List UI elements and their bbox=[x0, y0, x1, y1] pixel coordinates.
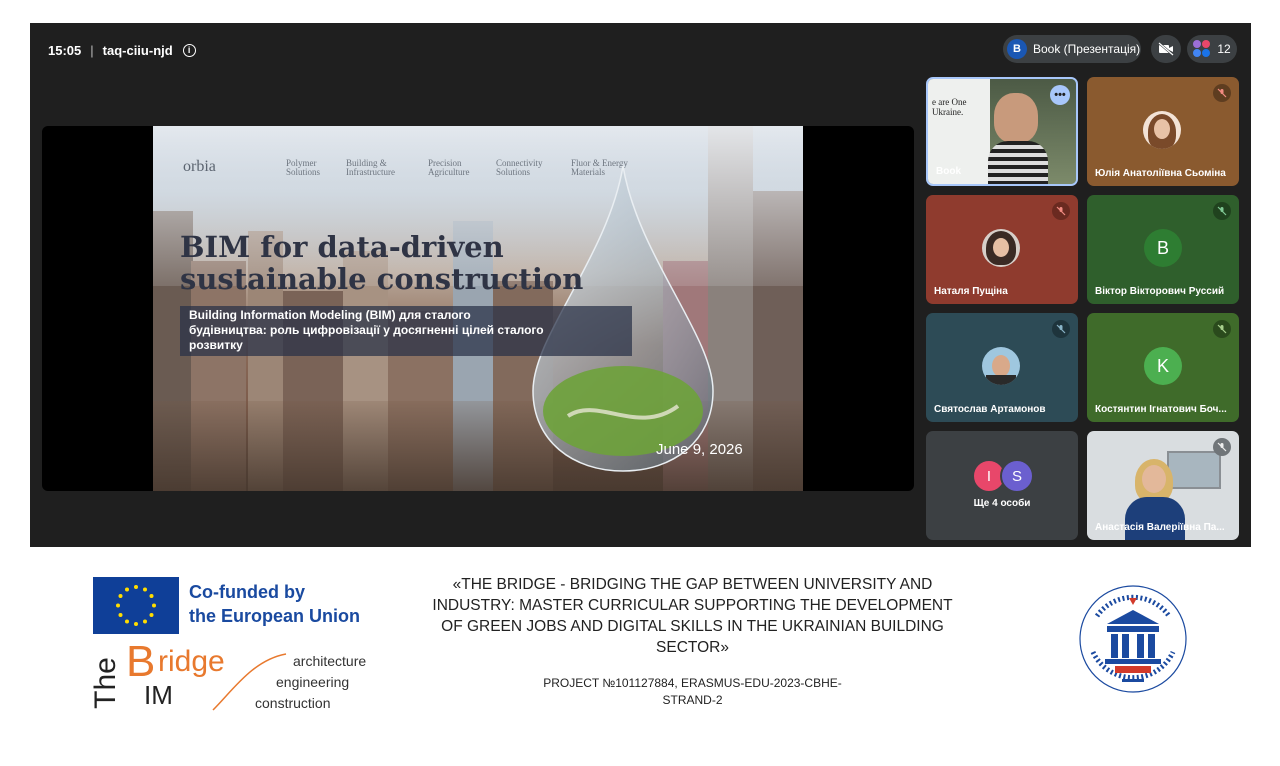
slide-date: June 9, 2026 bbox=[656, 441, 743, 458]
more-options-icon[interactable]: ••• bbox=[1050, 85, 1070, 105]
mic-off-icon bbox=[1213, 202, 1231, 220]
bridge-b-letter: B bbox=[126, 637, 156, 686]
participant-tile[interactable]: e are One Ukraine. ••• Book bbox=[926, 77, 1078, 186]
participant-name: Наталя Пущіна bbox=[934, 286, 1008, 297]
mic-off-icon bbox=[1213, 438, 1231, 456]
info-icon[interactable]: i bbox=[182, 43, 196, 57]
bridge-the-text: The bbox=[88, 657, 122, 709]
mic-off-icon bbox=[1213, 320, 1231, 338]
eu-stars-icon bbox=[116, 585, 156, 626]
slide-nav-item: Precision Agriculture bbox=[428, 158, 470, 177]
more-participants-label: Ще 4 особи bbox=[973, 498, 1031, 509]
wall-map bbox=[1167, 451, 1221, 489]
participant-name: Юлія Анатоліївна Сьоміна bbox=[1095, 168, 1226, 179]
participant-name: Анастасія Валеріївна Па... bbox=[1095, 522, 1225, 533]
eu-flag-logo bbox=[93, 577, 179, 634]
participant-tile[interactable]: Анастасія Валеріївна Па... bbox=[1087, 431, 1239, 540]
participant-avatar: K bbox=[1144, 347, 1182, 385]
presentation-stage: orbia Polymer Solutions Building & Infrast… bbox=[42, 126, 914, 491]
eu-line-2: the European Union bbox=[189, 606, 360, 626]
presenter-avatar: B bbox=[1007, 39, 1027, 59]
meeting-code: taq-ciiu-njd bbox=[102, 42, 173, 58]
meet-window: 15:05 | taq-ciiu-njd i B Book (Презентац… bbox=[30, 23, 1251, 547]
participant-tile[interactable]: Святослав Артамонов bbox=[926, 313, 1078, 422]
bridge-bim-logo: The B ridge IM architecture engineering … bbox=[88, 640, 388, 715]
participant-tile[interactable]: Наталя Пущіна bbox=[926, 195, 1078, 304]
participant-name: Віктор Вікторович Руссий bbox=[1095, 286, 1225, 297]
slide-logo: orbia bbox=[183, 158, 216, 175]
participant-tile[interactable]: Юлія Анатоліївна Сьоміна bbox=[1087, 77, 1239, 186]
participant-avatar bbox=[982, 229, 1020, 267]
screen-text: e are One Ukraine. bbox=[932, 97, 967, 117]
slide-nav-item: Building & Infrastructure bbox=[346, 158, 395, 177]
participant-avatar bbox=[1143, 111, 1181, 149]
bim-word: construction bbox=[255, 695, 331, 711]
mic-off-icon bbox=[1052, 202, 1070, 220]
slide-subtitle: Building Information Modeling (BIM) для … bbox=[189, 308, 544, 352]
bim-word: engineering bbox=[276, 674, 350, 690]
participant-name: Святослав Артамонов bbox=[934, 404, 1046, 415]
eu-cofunded-text: Co-funded by the European Union bbox=[189, 580, 360, 628]
mic-off-icon bbox=[1052, 320, 1070, 338]
participants-icon bbox=[1193, 40, 1211, 58]
participant-grid: e are One Ukraine. ••• Book Юлія Анатолії… bbox=[926, 77, 1239, 540]
more-participants-tile[interactable]: I S Ще 4 особи bbox=[926, 431, 1078, 540]
camera-off-icon bbox=[1158, 42, 1174, 56]
participant-tile[interactable]: B Віктор Вікторович Руссий bbox=[1087, 195, 1239, 304]
participant-body bbox=[1125, 497, 1185, 540]
participant-avatar: S bbox=[1000, 459, 1034, 493]
bim-word: architecture bbox=[293, 653, 367, 669]
slide-title: BIM for data-driven sustainable construc… bbox=[180, 230, 584, 296]
participant-name: Костянтин Ігнатович Боч... bbox=[1095, 404, 1227, 415]
meeting-info: 15:05 | taq-ciiu-njd i bbox=[48, 41, 196, 59]
camera-off-button[interactable] bbox=[1151, 35, 1181, 63]
participant-body bbox=[988, 141, 1048, 184]
participant-face bbox=[994, 93, 1038, 143]
odaba-seal-logo bbox=[1079, 585, 1187, 693]
separator: | bbox=[90, 42, 94, 58]
bridge-im-text: IM bbox=[144, 680, 173, 710]
participant-avatar: B bbox=[1144, 229, 1182, 267]
participant-face bbox=[1142, 465, 1166, 493]
slide: orbia Polymer Solutions Building & Infrast… bbox=[153, 126, 803, 491]
presenter-label: Book (Презентація) bbox=[1033, 42, 1141, 56]
presenter-chip[interactable]: B Book (Презентація) bbox=[1003, 35, 1141, 63]
slide-nav-item: Polymer Solutions bbox=[286, 158, 321, 177]
participant-tile[interactable]: K Костянтин Ігнатович Боч... bbox=[1087, 313, 1239, 422]
participant-name: Book bbox=[936, 166, 961, 177]
mic-off-icon bbox=[1213, 84, 1231, 102]
meeting-time: 15:05 bbox=[48, 42, 82, 58]
eu-line-1: Co-funded by bbox=[189, 582, 305, 602]
project-title: «THE BRIDGE - BRIDGING THE GAP BETWEEN U… bbox=[432, 576, 953, 656]
project-number: PROJECT №101127884, ERASMUS-EDU-2023-CBH… bbox=[543, 676, 842, 707]
participants-count: 12 bbox=[1217, 42, 1231, 56]
participant-avatar bbox=[982, 347, 1020, 385]
participants-button[interactable]: 12 bbox=[1187, 35, 1237, 63]
